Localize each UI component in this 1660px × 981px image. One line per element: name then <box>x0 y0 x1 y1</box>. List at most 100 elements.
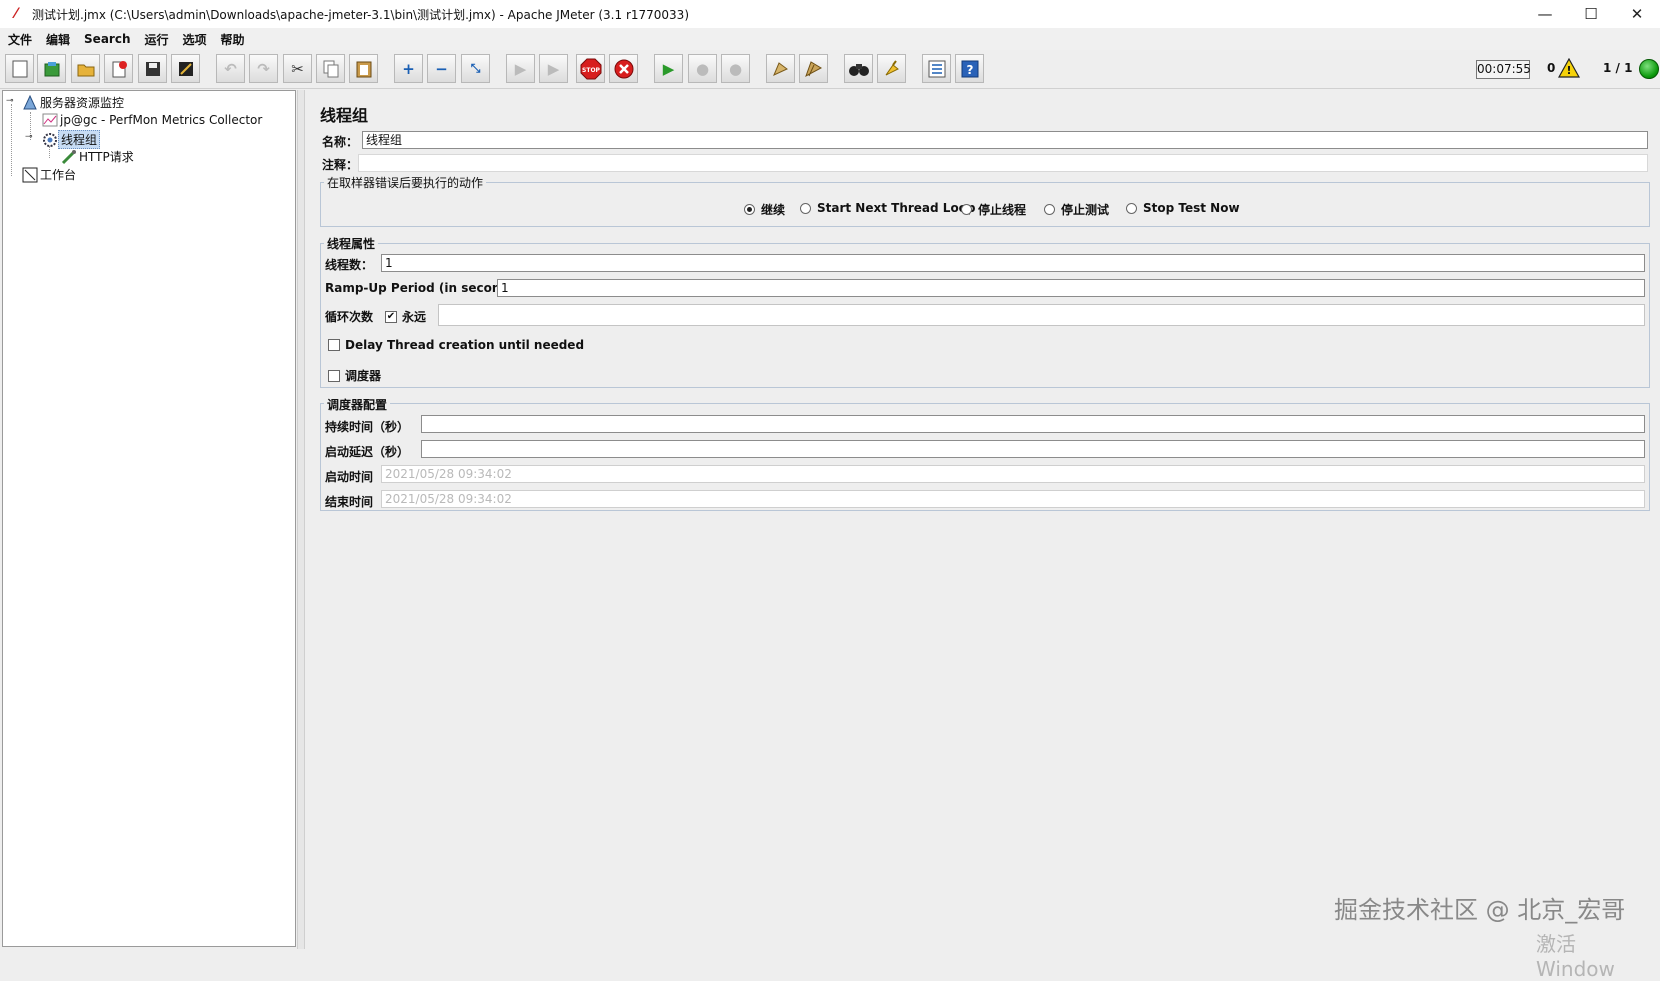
error-count: 0 <box>1547 61 1556 75</box>
tree-node-workbench[interactable]: 工作台 <box>22 166 78 183</box>
checkbox-box <box>328 339 340 351</box>
checkbox-label: 永远 <box>402 310 427 324</box>
reset-search-icon[interactable] <box>877 54 906 83</box>
startup-delay-field[interactable] <box>421 440 1645 458</box>
radio-stop-test[interactable]: 停止测试 <box>1044 201 1109 218</box>
menu-file[interactable]: 文件 <box>8 31 32 48</box>
shutdown-icon[interactable] <box>609 54 638 83</box>
cut-icon[interactable]: ✂ <box>283 54 312 83</box>
panel-splitter[interactable] <box>297 90 305 949</box>
elapsed-timer: 00:07:55 <box>1476 60 1531 79</box>
menu-search[interactable]: Search <box>84 32 130 46</box>
loop-count-label: 循环次数 <box>325 310 374 324</box>
minimize-button[interactable]: — <box>1522 0 1568 28</box>
thread-group-gear-icon <box>43 132 57 147</box>
start-time-label: 启动时间 <box>325 470 374 484</box>
checkbox-box <box>328 369 340 382</box>
duration-field[interactable] <box>421 415 1645 433</box>
svg-text:STOP: STOP <box>582 67 601 74</box>
remote-start-icon[interactable]: ▶ <box>654 54 683 83</box>
radio-stop-test-now[interactable]: Stop Test Now <box>1126 201 1240 215</box>
start-icon[interactable]: ▶ <box>506 54 535 83</box>
comment-field[interactable] <box>358 154 1648 172</box>
loop-count-field[interactable] <box>438 304 1645 326</box>
clear-icon[interactable] <box>766 54 795 83</box>
paste-icon[interactable] <box>349 54 378 83</box>
tree-node-http-request[interactable]: HTTP请求 <box>61 148 136 165</box>
remote-stop-icon[interactable]: ● <box>688 54 717 83</box>
close-button[interactable]: ✕ <box>1614 0 1660 28</box>
tree-node-label: 服务器资源监控 <box>40 96 125 110</box>
name-field[interactable]: 线程组 <box>362 131 1648 149</box>
search-binoculars-icon[interactable] <box>844 54 873 83</box>
copy-icon[interactable] <box>316 54 345 83</box>
templates-icon[interactable] <box>37 54 66 83</box>
redo-icon[interactable]: ↷ <box>249 54 278 83</box>
thread-properties-title: 线程属性 <box>324 235 379 252</box>
radio-label: 停止测试 <box>1061 203 1110 217</box>
duration-label: 持续时间（秒） <box>325 420 410 434</box>
forever-checkbox[interactable]: ✔ 永远 <box>385 308 426 325</box>
test-plan-tree[interactable] <box>2 90 296 947</box>
menu-run[interactable]: 运行 <box>144 31 168 48</box>
active-threads: 1 / 1 <box>1603 61 1633 75</box>
test-plan-icon <box>23 94 37 109</box>
toolbar: ↶ ↷ ✂ + − ⤡ ▶ ▶ STOP ▶ ● ● ? <box>0 50 1660 89</box>
checkbox-label: 调度器 <box>345 369 382 383</box>
rampup-field[interactable]: 1 <box>497 279 1645 297</box>
tree-expand-toggle[interactable]: ⊸ <box>25 132 33 142</box>
toggle-icon[interactable]: ⤡ <box>461 54 490 83</box>
stop-icon[interactable]: STOP <box>576 54 605 83</box>
name-label: 名称： <box>322 135 359 149</box>
collapse-all-icon[interactable]: − <box>427 54 456 83</box>
svg-text:?: ? <box>966 63 973 77</box>
jmeter-feather-icon: ⁄ <box>14 6 18 22</box>
radio-start-next-thread-loop[interactable]: Start Next Thread Loop <box>800 201 976 215</box>
listener-graph-icon <box>42 113 58 127</box>
tree-node-test-plan[interactable]: 服务器资源监控 <box>22 94 126 111</box>
radio-label: 停止线程 <box>978 203 1027 217</box>
radio-button <box>1044 204 1055 215</box>
undo-icon[interactable]: ↶ <box>216 54 245 83</box>
menu-edit[interactable]: 编辑 <box>46 31 70 48</box>
radio-continue[interactable]: 继续 <box>744 201 785 218</box>
help-icon[interactable]: ? <box>955 54 984 83</box>
checkbox-box: ✔ <box>385 310 397 323</box>
tree-node-perfmon[interactable]: jp@gc - PerfMon Metrics Collector <box>42 112 264 128</box>
tree-node-label: 线程组 <box>58 130 101 149</box>
save-icon[interactable] <box>138 54 167 83</box>
new-icon[interactable] <box>5 54 34 83</box>
clear-all-icon[interactable] <box>799 54 828 83</box>
error-action-title: 在取样器错误后要执行的动作 <box>324 174 487 191</box>
save-screenshot-icon[interactable] <box>171 54 200 83</box>
start-no-pause-icon[interactable]: ▶ <box>539 54 568 83</box>
window-title: 测试计划.jmx (C:\Users\admin\Downloads\apach… <box>32 7 690 22</box>
watermark-text: 掘金技术社区 @ 北京_宏哥 <box>1334 896 1626 924</box>
start-time-field[interactable]: 2021/05/28 09:34:02 <box>381 465 1645 483</box>
tree-node-label: jp@gc - PerfMon Metrics Collector <box>60 113 263 127</box>
threads-field[interactable]: 1 <box>381 254 1645 272</box>
radio-stop-thread[interactable]: 停止线程 <box>961 201 1026 218</box>
tree-node-thread-group[interactable]: 线程组 <box>42 130 101 149</box>
title-bar: ⁄ 测试计划.jmx (C:\Users\admin\Downloads\apa… <box>0 0 1660 28</box>
maximize-button[interactable]: ☐ <box>1568 0 1614 28</box>
function-helper-icon[interactable] <box>922 54 951 83</box>
menu-bar: 文件 编辑 Search 运行 选项 帮助 <box>0 28 1660 50</box>
scheduler-checkbox[interactable]: 调度器 <box>328 367 381 384</box>
radio-label: Stop Test Now <box>1143 201 1240 215</box>
radio-button <box>744 204 755 215</box>
radio-label: Start Next Thread Loop <box>817 201 976 215</box>
delay-thread-checkbox[interactable]: Delay Thread creation until needed <box>328 338 584 352</box>
menu-help[interactable]: 帮助 <box>221 31 245 48</box>
startup-delay-label: 启动延迟（秒） <box>325 445 410 459</box>
checkbox-label: Delay Thread creation until needed <box>345 338 585 352</box>
warning-icon[interactable]: ! <box>1557 57 1581 81</box>
expand-all-icon[interactable]: + <box>394 54 423 83</box>
remote-shutdown-icon[interactable]: ● <box>721 54 750 83</box>
menu-options[interactable]: 选项 <box>183 31 207 48</box>
end-time-field[interactable]: 2021/05/28 09:34:02 <box>381 490 1645 508</box>
tree-node-label: 工作台 <box>40 168 77 182</box>
tree-expand-toggle[interactable]: ⊸ <box>6 96 14 106</box>
open-icon[interactable] <box>71 54 100 83</box>
close-file-icon[interactable] <box>104 54 133 83</box>
